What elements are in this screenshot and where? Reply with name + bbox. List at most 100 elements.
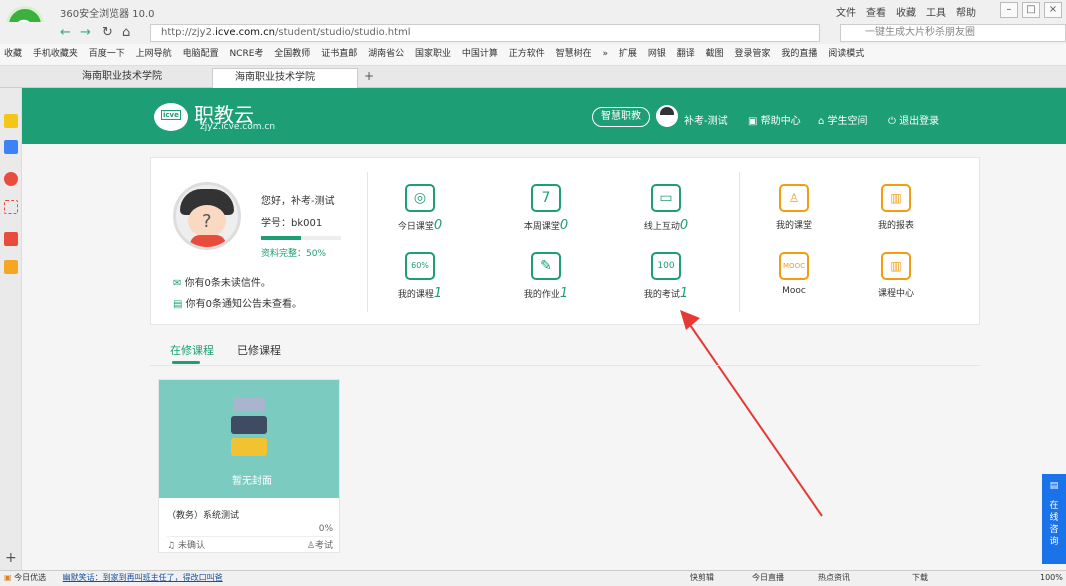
bookmarks-bar: 收藏 手机收藏夹 百度一下 上网导航 电脑配置 NCRE考 全国教师 证书直邮 …	[0, 44, 1066, 66]
bookmark-item[interactable]: 国家职业	[415, 49, 451, 59]
brand-logo-icon[interactable]: icve	[154, 103, 188, 131]
menu-file[interactable]: 文件	[836, 4, 856, 19]
zoom-level[interactable]: 100%	[1040, 571, 1063, 585]
unread-notice-line[interactable]: ▤ 你有0条通知公告未查看。	[173, 295, 302, 310]
smart-vocational-button[interactable]: 智慧职教	[592, 107, 650, 127]
bookmark-item[interactable]: 智慧树在	[556, 49, 592, 59]
grid-item-my-report[interactable]: ▥ 我的报表	[851, 184, 941, 231]
book-icon	[233, 398, 265, 412]
pencil-paper-icon: ✎	[531, 252, 561, 280]
news-ticker-link[interactable]: 幽默笑话：到家到再叫班主任了，得改口叫爸	[63, 573, 223, 582]
bar-chart-icon: ▥	[881, 184, 911, 212]
new-tab-icon[interactable]: +	[364, 69, 374, 83]
url-input[interactable]: http://zjy2.icve.com.cn/student/studio/s…	[150, 24, 820, 42]
bookmark-item[interactable]: 截图	[706, 49, 724, 59]
dashboard-panel: ? 您好，补考-测试 学号：bk001 资料完整：50% ✉ 你有0条未读信件。…	[150, 157, 980, 325]
bookmark-item[interactable]: 我的直播	[781, 49, 817, 59]
gift-icon: ▣	[4, 573, 12, 582]
note-icon[interactable]	[4, 260, 18, 274]
bookmark-item[interactable]: NCRE考	[229, 49, 263, 59]
grid-item-today-class[interactable]: ◎ 今日课堂0	[375, 184, 465, 233]
bookmark-item[interactable]: 阅读模式	[828, 49, 864, 59]
user-name-link[interactable]: 补考-测试	[684, 112, 728, 127]
bookmark-item[interactable]: 登录管家	[734, 49, 770, 59]
grid-item-online-interaction[interactable]: ▭ 线上互动0	[621, 184, 711, 233]
unread-mail-line[interactable]: ✉ 你有0条未读信件。	[173, 274, 271, 289]
minimize-button[interactable]: –	[1000, 2, 1018, 18]
profile-progress-fill	[261, 236, 301, 240]
notice-icon: ▤	[173, 299, 186, 310]
browser-titlebar: 360安全浏览器 10.0 文件 查看 收藏 工具 帮助 – □ ×	[0, 0, 1066, 22]
bookmark-item[interactable]: 上网导航	[136, 49, 172, 59]
bookmark-item[interactable]: 网银	[648, 49, 666, 59]
progress-60-icon: 60%	[405, 252, 435, 280]
star-icon[interactable]	[4, 114, 18, 128]
forward-icon[interactable]: →	[80, 25, 91, 40]
tab-completed-courses[interactable]: 已修课程	[237, 342, 281, 358]
notes-icon[interactable]	[4, 140, 18, 154]
bookmark-item[interactable]: 正方软件	[509, 49, 545, 59]
grid-item-course-center[interactable]: ▥ 课程中心	[851, 252, 941, 299]
course-cover[interactable]: 暂无封面	[159, 380, 339, 498]
bookmark-item[interactable]: 电脑配置	[183, 49, 219, 59]
grid-item-my-classroom[interactable]: ♙ 我的课堂	[749, 184, 839, 231]
close-button[interactable]: ×	[1044, 2, 1062, 18]
grid-item-my-homework[interactable]: ✎ 我的作业1	[501, 252, 591, 301]
profile-completeness[interactable]: 资料完整：50%	[261, 246, 326, 259]
menu-view[interactable]: 查看	[866, 4, 886, 19]
quick-edit-link[interactable]: 快剪辑	[690, 571, 714, 585]
home-icon[interactable]: ⌂	[122, 25, 130, 40]
menu-help[interactable]: 帮助	[956, 4, 976, 19]
add-icon[interactable]: +	[5, 550, 17, 566]
address-bar-row: ← → ↻ ⌂ http://zjy2.icve.com.cn/student/…	[0, 22, 1066, 44]
student-avatar[interactable]: ?	[173, 182, 241, 250]
bookmark-item[interactable]: 扩展	[619, 49, 637, 59]
bookmark-item[interactable]: 收藏	[4, 49, 22, 59]
course-name[interactable]: （教务）系统测试	[167, 508, 239, 521]
back-icon[interactable]: ←	[60, 25, 71, 40]
download-link[interactable]: 下载	[912, 571, 928, 585]
grid-item-my-courses[interactable]: 60% 我的课程1	[375, 252, 465, 301]
tab-current-courses[interactable]: 在修课程	[170, 342, 214, 358]
search-input[interactable]: 一键生成大片秒杀朋友圈	[840, 24, 1066, 42]
logout-link[interactable]: ⏻ 退出登录	[888, 112, 939, 127]
online-consult-button[interactable]: ▤ 在线咨询	[1042, 474, 1066, 564]
consult-label: 在线咨询	[1049, 501, 1059, 547]
bookmark-item[interactable]: 手机收藏夹	[33, 49, 78, 59]
hot-news-link[interactable]: 热点资讯	[818, 571, 850, 585]
tab-active-indicator	[172, 361, 200, 364]
maximize-button[interactable]: □	[1022, 2, 1040, 18]
at-icon[interactable]	[4, 200, 18, 214]
menu-favorites[interactable]: 收藏	[896, 4, 916, 19]
bookmark-item[interactable]: 中国计算	[462, 49, 498, 59]
student-space-link[interactable]: ⌂ 学生空间	[818, 112, 868, 127]
tab-strip: 海南职业技术学院 海南职业技术学院 +	[0, 66, 1066, 88]
course-card[interactable]: 暂无封面 （教务）系统测试 0% ♫ 未确认 ♙考试	[158, 379, 340, 553]
bookmark-item[interactable]: 翻译	[677, 49, 695, 59]
tab-school-1[interactable]: 海南职业技术学院	[60, 68, 210, 88]
bookmark-item[interactable]: 湖南省公	[368, 49, 404, 59]
daily-pick-link[interactable]: 今日优选	[14, 573, 46, 582]
bookmark-item[interactable]: 全国教师	[274, 49, 310, 59]
divider	[739, 172, 740, 312]
game-icon[interactable]	[4, 232, 18, 246]
book-icon	[231, 416, 267, 434]
grid-item-my-exam[interactable]: 100 我的考试1	[621, 252, 711, 301]
bookmark-more[interactable]: »	[603, 49, 609, 59]
weibo-icon[interactable]	[4, 172, 18, 186]
site-header: icve 职教云 zjy2.icve.com.cn 智慧职教 补考-测试 ▣ 帮…	[22, 88, 1066, 144]
user-avatar[interactable]	[656, 105, 678, 127]
student-number: 学号：bk001	[261, 218, 323, 229]
greeting-text: 您好，补考-测试	[261, 196, 335, 207]
course-status: ♫ 未确认	[167, 541, 205, 551]
live-today-link[interactable]: 今日直播	[752, 571, 784, 585]
course-exam-link[interactable]: ♙考试	[307, 538, 333, 551]
menu-tools[interactable]: 工具	[926, 4, 946, 19]
help-center-link[interactable]: ▣ 帮助中心	[748, 112, 801, 127]
bookmark-item[interactable]: 百度一下	[89, 49, 125, 59]
refresh-icon[interactable]: ↻	[102, 25, 113, 40]
grid-item-mooc[interactable]: MOOC Mooc	[749, 252, 839, 296]
tab-school-2[interactable]: 海南职业技术学院	[212, 68, 358, 88]
grid-item-week-class[interactable]: 7 本周课堂0	[501, 184, 591, 233]
bookmark-item[interactable]: 证书直邮	[321, 49, 357, 59]
